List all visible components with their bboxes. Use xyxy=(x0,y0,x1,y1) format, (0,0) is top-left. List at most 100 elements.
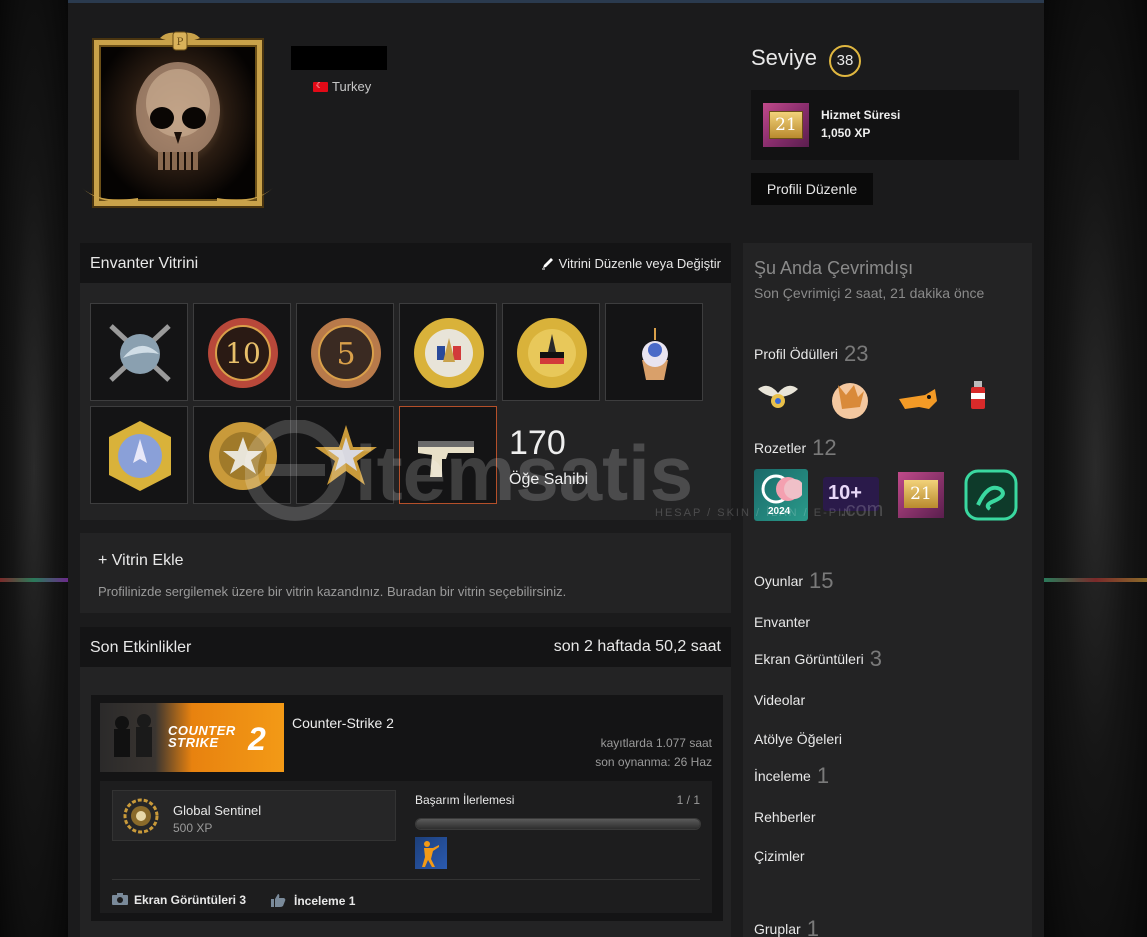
showcase-title: Envanter Vitrini xyxy=(90,255,199,272)
reviews-link[interactable]: İnceleme 1 xyxy=(754,763,829,789)
achievement-icon[interactable] xyxy=(415,837,447,869)
flag-icon xyxy=(313,81,328,92)
svg-text:P: P xyxy=(177,37,184,48)
award-dog-icon[interactable] xyxy=(895,387,939,419)
inventory-item-antwerp-coin[interactable] xyxy=(502,303,600,401)
badge-year-text: 2024 xyxy=(768,506,791,517)
inventory-item-service-medal[interactable] xyxy=(193,406,291,504)
thumbs-up-icon xyxy=(271,894,286,907)
game-reviews-link[interactable]: İnceleme 1 xyxy=(270,893,355,908)
add-showcase-link[interactable]: + Vitrin Ekle xyxy=(98,552,184,570)
game-capsule[interactable]: COUNTER STRIKE 2 xyxy=(100,703,284,772)
edit-profile-button[interactable]: Profili Düzenle xyxy=(751,173,873,205)
videos-link[interactable]: Videolar xyxy=(754,692,805,708)
artwork-link[interactable]: Çizimler xyxy=(754,848,805,864)
games-link[interactable]: Oyunlar 15 xyxy=(754,568,834,594)
svg-text:5: 5 xyxy=(336,337,355,372)
activity-title: Son Etkinlikler xyxy=(90,639,192,656)
inventory-item-pistol[interactable] xyxy=(399,406,497,504)
game-last-played: son oynanma: 26 Haz xyxy=(595,755,712,769)
antwerp-coin-icon xyxy=(517,318,587,388)
country-label: Turkey xyxy=(332,79,372,94)
award-fox-icon[interactable] xyxy=(828,377,872,423)
cs-achievement-icon xyxy=(422,841,439,867)
inventory-item-shark-coin[interactable] xyxy=(90,303,188,401)
game-hours: kayıtlarda 1.077 saat xyxy=(600,736,712,750)
badge-steam-2024[interactable]: 2024 xyxy=(754,469,808,521)
rank-xp: 500 XP xyxy=(173,821,213,835)
showcase-edit-link[interactable]: Vitrini Düzenle veya Değiştir xyxy=(541,256,721,271)
rank-name: Global Sentinel xyxy=(173,803,262,818)
background-left xyxy=(0,0,68,937)
last-online: Son Çevrimiçi 2 saat, 21 dakika önce xyxy=(754,285,985,301)
badge-years-text: 21 xyxy=(904,480,938,508)
paris-coin-icon xyxy=(414,318,484,388)
add-showcase-panel: + Vitrin Ekle Profilinizde sergilemek üz… xyxy=(80,533,731,613)
cupcake-icon xyxy=(642,328,668,380)
camera-icon xyxy=(112,893,128,905)
steam-logo-icon xyxy=(761,474,802,504)
inventory-item-5-year-coin[interactable]: 5 xyxy=(296,303,394,401)
activity-header: Son Etkinlikler son 2 haftada 50,2 saat xyxy=(80,627,731,667)
service-years-badge-icon: 21 xyxy=(763,103,809,147)
five-year-coin-icon: 5 xyxy=(311,318,381,388)
inventory-item-cupcake-pin[interactable] xyxy=(605,303,703,401)
item-count: 170 xyxy=(509,424,566,462)
frame-wing-right-icon xyxy=(217,188,273,203)
service-title: Hizmet Süresi xyxy=(821,108,901,122)
inventory-item-star-medal[interactable] xyxy=(296,406,394,504)
game-activity-card: COUNTER STRIKE 2 Counter-Strike 2 kayıtla… xyxy=(91,695,723,921)
achievement-label: Başarım İlerlemesi xyxy=(415,793,515,807)
groups-link[interactable]: Gruplar 1 xyxy=(754,916,819,937)
frame-crest-icon: P xyxy=(160,31,200,51)
guides-link[interactable]: Rehberler xyxy=(754,809,815,825)
achievement-count: 1 / 1 xyxy=(676,793,700,807)
game-screenshots-link[interactable]: Ekran Görüntüleri 3 xyxy=(112,893,246,907)
achievement-progress-bar xyxy=(415,818,701,830)
operation-coin-icon xyxy=(109,421,171,491)
item-count-label: Öğe Sahibi xyxy=(509,471,589,488)
game-name-link[interactable]: Counter-Strike 2 xyxy=(292,715,394,731)
avatar[interactable]: P xyxy=(80,28,275,206)
service-xp: 1,050 XP xyxy=(821,126,871,140)
activity-summary: son 2 haftada 50,2 saat xyxy=(553,638,721,655)
star-medal-icon xyxy=(315,425,377,485)
showcase-header: Envanter Vitrini Vitrini Düzenle veya De… xyxy=(80,243,731,283)
level-badge[interactable]: 38 xyxy=(829,45,861,77)
svg-text:10: 10 xyxy=(225,337,261,370)
profile-awards-link[interactable]: Profil Ödülleri 23 xyxy=(754,341,869,367)
badges-link[interactable]: Rozetler 12 xyxy=(754,435,837,461)
inventory-item-paris-coin[interactable] xyxy=(399,303,497,401)
rank-box: Global Sentinel 500 XP xyxy=(112,790,396,841)
pencil-icon xyxy=(541,258,553,270)
soldiers-icon xyxy=(114,714,152,757)
workshop-link[interactable]: Atölye Öğeleri xyxy=(754,731,842,747)
level-label: Seviye xyxy=(751,45,818,70)
add-showcase-description: Profilinizde sergilemek üzere bir vitrin… xyxy=(98,584,567,599)
ten-year-coin-icon: 10 xyxy=(208,318,278,388)
profile-sidebar: Şu Anda Çevrimdışı Son Çevrimiçi 2 saat,… xyxy=(743,243,1032,937)
achievement-box: Global Sentinel 500 XP Başarım İlerlemes… xyxy=(100,781,712,913)
screenshots-link[interactable]: Ekran Görüntüleri 3 xyxy=(754,646,882,672)
pistol-icon xyxy=(418,441,474,477)
inventory-item-10-year-coin[interactable]: 10 xyxy=(193,303,291,401)
global-sentinel-icon xyxy=(123,798,159,834)
badge-10-plus-text: 10+ xyxy=(828,482,862,504)
award-can-icon[interactable] xyxy=(965,379,991,413)
badge-snake-icon[interactable] xyxy=(964,469,1018,521)
skull-image xyxy=(136,62,220,170)
badge-years-of-service[interactable]: 21 xyxy=(898,472,944,518)
frame-wing-left-icon xyxy=(82,188,138,203)
glitch-right xyxy=(1044,578,1147,582)
online-status: Şu Anda Çevrimdışı xyxy=(754,258,914,278)
achievement-progress-fill xyxy=(416,819,700,829)
username-redacted xyxy=(291,46,387,70)
inventory-item-operation-coin[interactable] xyxy=(90,406,188,504)
capsule-logo-number: 2 xyxy=(248,721,266,757)
capsule-logo-text: COUNTER STRIKE xyxy=(168,723,236,750)
badge-10-plus[interactable]: 10+ xyxy=(823,477,879,511)
inventory-link[interactable]: Envanter xyxy=(754,614,810,630)
shark-coin-icon xyxy=(109,324,171,382)
award-bird-icon[interactable] xyxy=(754,379,802,419)
featured-badge[interactable]: 21 Hizmet Süresi 1,050 XP xyxy=(751,90,1019,160)
